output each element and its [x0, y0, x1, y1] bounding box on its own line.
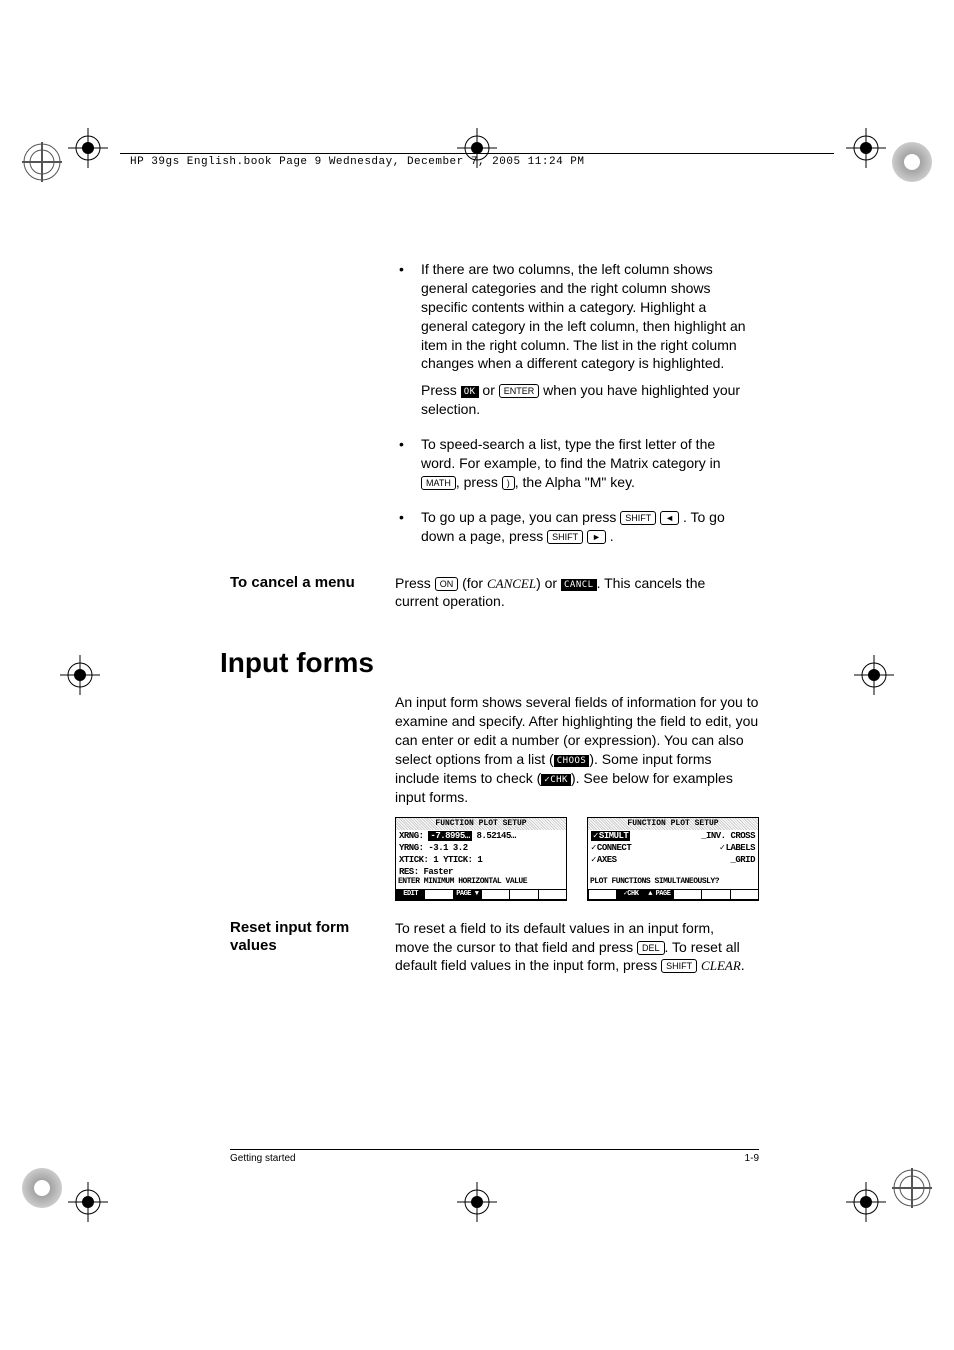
chk-softkey-icon: ✓CHK: [541, 774, 571, 786]
printer-mark-icon: [890, 1166, 934, 1210]
paren-key-icon: ): [502, 476, 515, 490]
del-key-icon: DEL: [637, 941, 665, 955]
ok-softkey-icon: OK: [461, 386, 479, 398]
crop-mark-icon: [846, 128, 886, 168]
body-text: Press ON (for CANCEL) or CANCL. This can…: [395, 574, 750, 612]
section-heading: Input forms: [220, 647, 750, 679]
printer-mark-icon: [20, 140, 64, 184]
printer-mark-icon: [890, 140, 934, 184]
body-text: An input form shows several fields of in…: [395, 693, 759, 806]
body-text: To reset a field to its default values i…: [395, 919, 750, 976]
side-heading: Reset input form values: [230, 919, 385, 955]
footer-right: 1-9: [745, 1153, 759, 1164]
crop-mark-icon: [854, 655, 894, 695]
cancel-softkey-icon: CANCL: [561, 579, 597, 591]
enter-key-icon: ENTER: [499, 384, 540, 398]
body-text: Press OK or ENTER when you have highligh…: [421, 381, 750, 419]
crop-mark-icon: [68, 128, 108, 168]
math-key-icon: MATH: [421, 476, 456, 490]
crop-mark-icon: [68, 1182, 108, 1222]
body-text: If there are two columns, the left colum…: [421, 260, 750, 373]
shift-key-icon: SHIFT: [547, 530, 583, 544]
calculator-screenshot: FUNCTION PLOT SETUP SIMULT _INV. CROSS C…: [587, 817, 759, 901]
header-text: HP 39gs English.book Page 9 Wednesday, D…: [130, 156, 584, 168]
bullet-item: • To go up a page, you can press SHIFT ◄…: [395, 508, 750, 554]
shift-key-icon: SHIFT: [661, 959, 697, 973]
shift-key-icon: SHIFT: [620, 511, 656, 525]
on-key-icon: ON: [435, 577, 459, 591]
crop-mark-icon: [60, 655, 100, 695]
screen-title: FUNCTION PLOT SETUP: [588, 818, 758, 830]
page-footer: Getting started 1-9: [230, 1149, 759, 1164]
footer-left: Getting started: [230, 1153, 296, 1164]
body-text: To speed-search a list, type the first l…: [421, 435, 750, 492]
side-heading: To cancel a menu: [230, 574, 385, 592]
calculator-screenshot: FUNCTION PLOT SETUP XRNG: -7.8995… 8.521…: [395, 817, 567, 901]
bullet-item: • To speed-search a list, type the first…: [395, 435, 750, 500]
body-text: To go up a page, you can press SHIFT ◄ .…: [421, 508, 750, 546]
left-arrow-key-icon: ◄: [660, 511, 679, 525]
header-rule: [120, 153, 834, 154]
crop-mark-icon: [457, 1182, 497, 1222]
crop-mark-icon: [846, 1182, 886, 1222]
right-arrow-key-icon: ►: [587, 530, 606, 544]
bullet-item: • If there are two columns, the left col…: [395, 260, 750, 427]
screen-title: FUNCTION PLOT SETUP: [396, 818, 566, 830]
choos-softkey-icon: CHOOS: [554, 755, 590, 767]
printer-mark-icon: [20, 1166, 64, 1210]
